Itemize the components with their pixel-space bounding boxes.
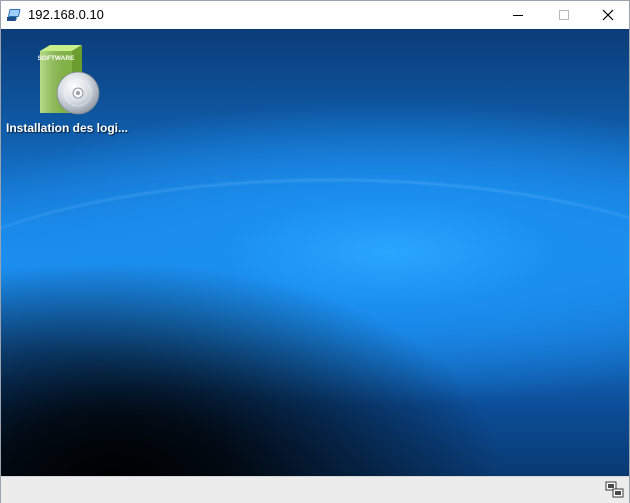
software-install-icon: SOFTWARE <box>38 45 100 115</box>
remote-desktop-area[interactable]: SOFTWARE Installation des logi... <box>1 29 629 476</box>
window-title: 192.168.0.10 <box>28 7 104 22</box>
minimize-button[interactable] <box>495 1 541 29</box>
close-icon <box>602 9 614 21</box>
status-bar <box>1 476 629 503</box>
title-bar[interactable]: 192.168.0.10 <box>1 1 629 29</box>
software-box-text: SOFTWARE <box>38 55 75 62</box>
desktop-icon-software-install[interactable]: SOFTWARE Installation des logi... <box>5 43 129 135</box>
desktop-icon-label: Installation des logi... <box>5 121 128 135</box>
close-button[interactable] <box>585 1 630 29</box>
maximize-button[interactable] <box>541 1 587 29</box>
remote-desktop-app-icon <box>5 7 23 23</box>
maximize-icon <box>559 10 569 20</box>
network-connection-icon[interactable] <box>605 481 625 499</box>
remote-desktop-window: 192.168.0.10 SOFTWARE Installation des l… <box>0 0 630 503</box>
minimize-icon <box>513 15 523 16</box>
